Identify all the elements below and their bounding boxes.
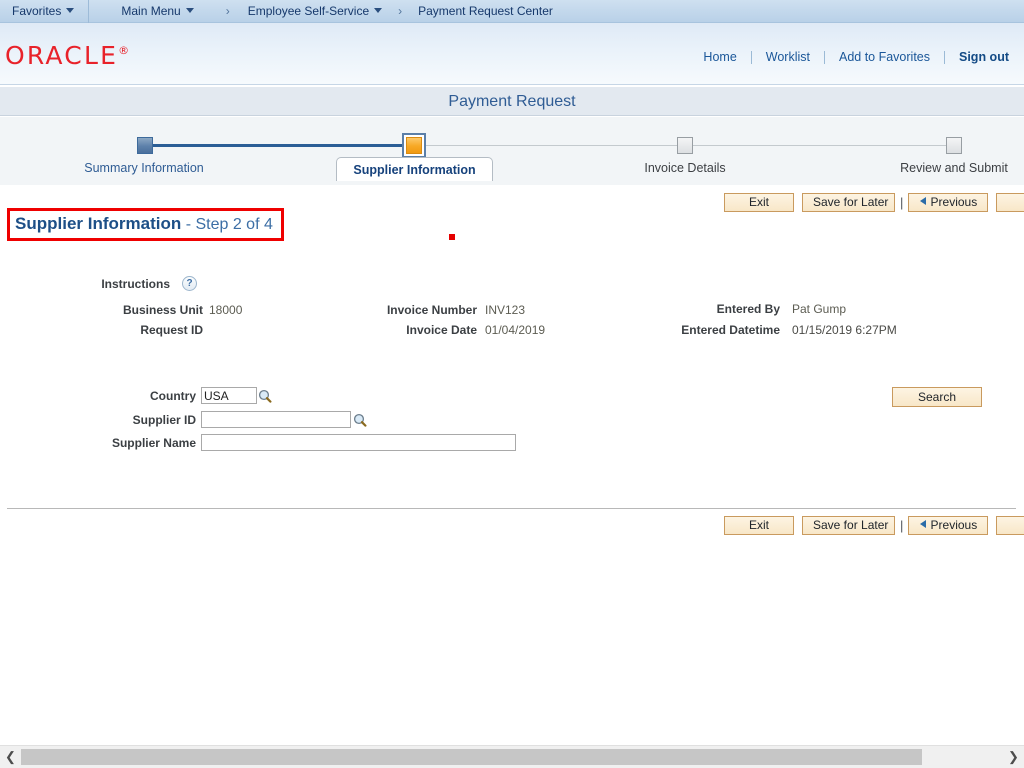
- step-label-invoice-details[interactable]: Invoice Details: [585, 161, 785, 175]
- step-heading-title: Supplier Information: [15, 214, 182, 233]
- entered-by-value: Pat Gump: [792, 302, 847, 316]
- breadcrumb-arrow-icon: ›: [225, 4, 230, 18]
- previous-arrow-icon: [919, 520, 926, 528]
- breadcrumb-favorites-label: Favorites: [12, 4, 62, 18]
- breadcrumb-main-menu-label: Main Menu: [121, 4, 181, 18]
- entered-datetime-value: 01/15/2019 6:27PM: [792, 323, 897, 337]
- previous-button-label-top: Previous: [930, 195, 978, 209]
- step-node-invoice-details[interactable]: [677, 137, 693, 154]
- horizontal-scrollbar[interactable]: ❮ ❯: [0, 745, 1024, 768]
- help-icon[interactable]: ?: [182, 276, 197, 291]
- invoice-date-label: Invoice Date: [406, 323, 477, 337]
- breadcrumb-level1-label: Employee Self-Service: [247, 4, 370, 18]
- entered-datetime-label: Entered Datetime: [681, 323, 780, 337]
- next-button-top[interactable]: [996, 193, 1024, 212]
- breadcrumb-favorites[interactable]: Favorites: [0, 0, 88, 22]
- breadcrumb-employee-self-service[interactable]: Employee Self-Service: [238, 0, 392, 22]
- oracle-logo-tm: ®: [118, 44, 130, 57]
- page-title-band: Payment Request: [0, 86, 1024, 116]
- instructions-label: Instructions: [101, 277, 170, 291]
- add-to-favorites-link[interactable]: Add to Favorites: [825, 50, 944, 64]
- step-node-review-and-submit[interactable]: [946, 137, 962, 154]
- worklist-link[interactable]: Worklist: [752, 50, 824, 64]
- country-lookup-icon[interactable]: [258, 389, 272, 403]
- breadcrumb-arrow-icon: ›: [398, 4, 403, 18]
- step-heading-highlight: Supplier Information - Step 2 of 4: [7, 208, 284, 241]
- step-node-supplier-information[interactable]: [402, 133, 426, 158]
- previous-button-label-bottom: Previous: [930, 518, 978, 532]
- supplier-id-label: Supplier ID: [132, 413, 196, 427]
- tab-supplier-information-label: Supplier Information: [353, 162, 476, 177]
- breadcrumb-bar: Favorites Main Menu › Employee Self-Serv…: [0, 0, 1024, 23]
- request-id-label: Request ID: [140, 323, 203, 337]
- invoice-number-label: Invoice Number: [386, 303, 477, 317]
- sign-out-link[interactable]: Sign out: [945, 50, 1016, 64]
- scroll-right-arrow-icon[interactable]: ❯: [1005, 746, 1022, 768]
- next-button-bottom[interactable]: [996, 516, 1024, 535]
- oracle-logo: ORACLE®: [5, 41, 129, 70]
- exit-button-top[interactable]: Exit: [724, 193, 794, 212]
- country-input[interactable]: [201, 387, 257, 404]
- supplier-id-input[interactable]: [201, 411, 351, 428]
- invoice-date-value: 01/04/2019: [485, 323, 546, 337]
- home-link[interactable]: Home: [689, 50, 750, 64]
- required-field-marker: [449, 234, 455, 240]
- train-connector-1: [414, 145, 685, 146]
- tab-supplier-information[interactable]: Supplier Information: [336, 157, 493, 181]
- save-for-later-button-top[interactable]: Save for Later: [802, 193, 895, 212]
- chevron-down-icon: [66, 8, 75, 13]
- previous-button-bottom[interactable]: Previous: [908, 516, 989, 535]
- train-connector-2: [685, 145, 954, 146]
- invoice-number-value: INV123: [485, 303, 526, 317]
- breadcrumb-payment-request-center[interactable]: Payment Request Center: [410, 0, 563, 22]
- header-band: ORACLE® Home Worklist Add to Favorites S…: [0, 23, 1024, 85]
- search-lens-svg: [353, 413, 367, 427]
- previous-button-top[interactable]: Previous: [908, 193, 989, 212]
- step-label-review-and-submit[interactable]: Review and Submit: [854, 161, 1024, 175]
- toolbar-separator: |: [900, 195, 904, 210]
- scroll-left-arrow-icon[interactable]: ❮: [2, 746, 19, 768]
- supplier-id-lookup-icon[interactable]: [353, 413, 367, 427]
- business-unit-value: 18000: [209, 303, 243, 317]
- step-node-current-fill: [406, 137, 422, 154]
- supplier-name-input[interactable]: [201, 434, 516, 451]
- train-connector-completed: [148, 144, 414, 147]
- breadcrumb-main-menu[interactable]: Main Menu: [89, 0, 203, 22]
- country-label: Country: [150, 389, 196, 403]
- supplier-name-label: Supplier Name: [111, 436, 196, 450]
- step-label-summary-information[interactable]: Summary Information: [44, 161, 244, 175]
- search-button[interactable]: Search: [892, 387, 982, 407]
- chevron-down-icon: [185, 8, 194, 13]
- step-heading-subtitle: - Step 2 of 4: [185, 216, 273, 233]
- toolbar-separator: |: [900, 518, 904, 533]
- search-lens-svg: [258, 389, 272, 403]
- page-title: Payment Request: [448, 93, 576, 110]
- scrollbar-thumb[interactable]: [21, 749, 922, 765]
- step-train-bar: Summary Information Supplier Information…: [0, 117, 1024, 185]
- header-links: Home Worklist Add to Favorites Sign out: [689, 50, 1016, 64]
- save-for-later-button-bottom[interactable]: Save for Later: [802, 516, 895, 535]
- entered-by-label: Entered By: [716, 302, 780, 316]
- previous-arrow-icon: [919, 197, 926, 205]
- toolbar-top: Exit Save for Later | Previous: [724, 193, 1024, 212]
- oracle-logo-text: ORACLE: [5, 41, 119, 70]
- section-divider: [7, 508, 1016, 509]
- chevron-down-icon: [374, 8, 383, 13]
- toolbar-bottom: Exit Save for Later | Previous: [724, 516, 1024, 535]
- payment-request-page: Favorites Main Menu › Employee Self-Serv…: [0, 0, 1024, 768]
- exit-button-bottom[interactable]: Exit: [724, 516, 794, 535]
- business-unit-label: Business Unit: [122, 303, 203, 317]
- step-node-summary-information[interactable]: [137, 137, 153, 154]
